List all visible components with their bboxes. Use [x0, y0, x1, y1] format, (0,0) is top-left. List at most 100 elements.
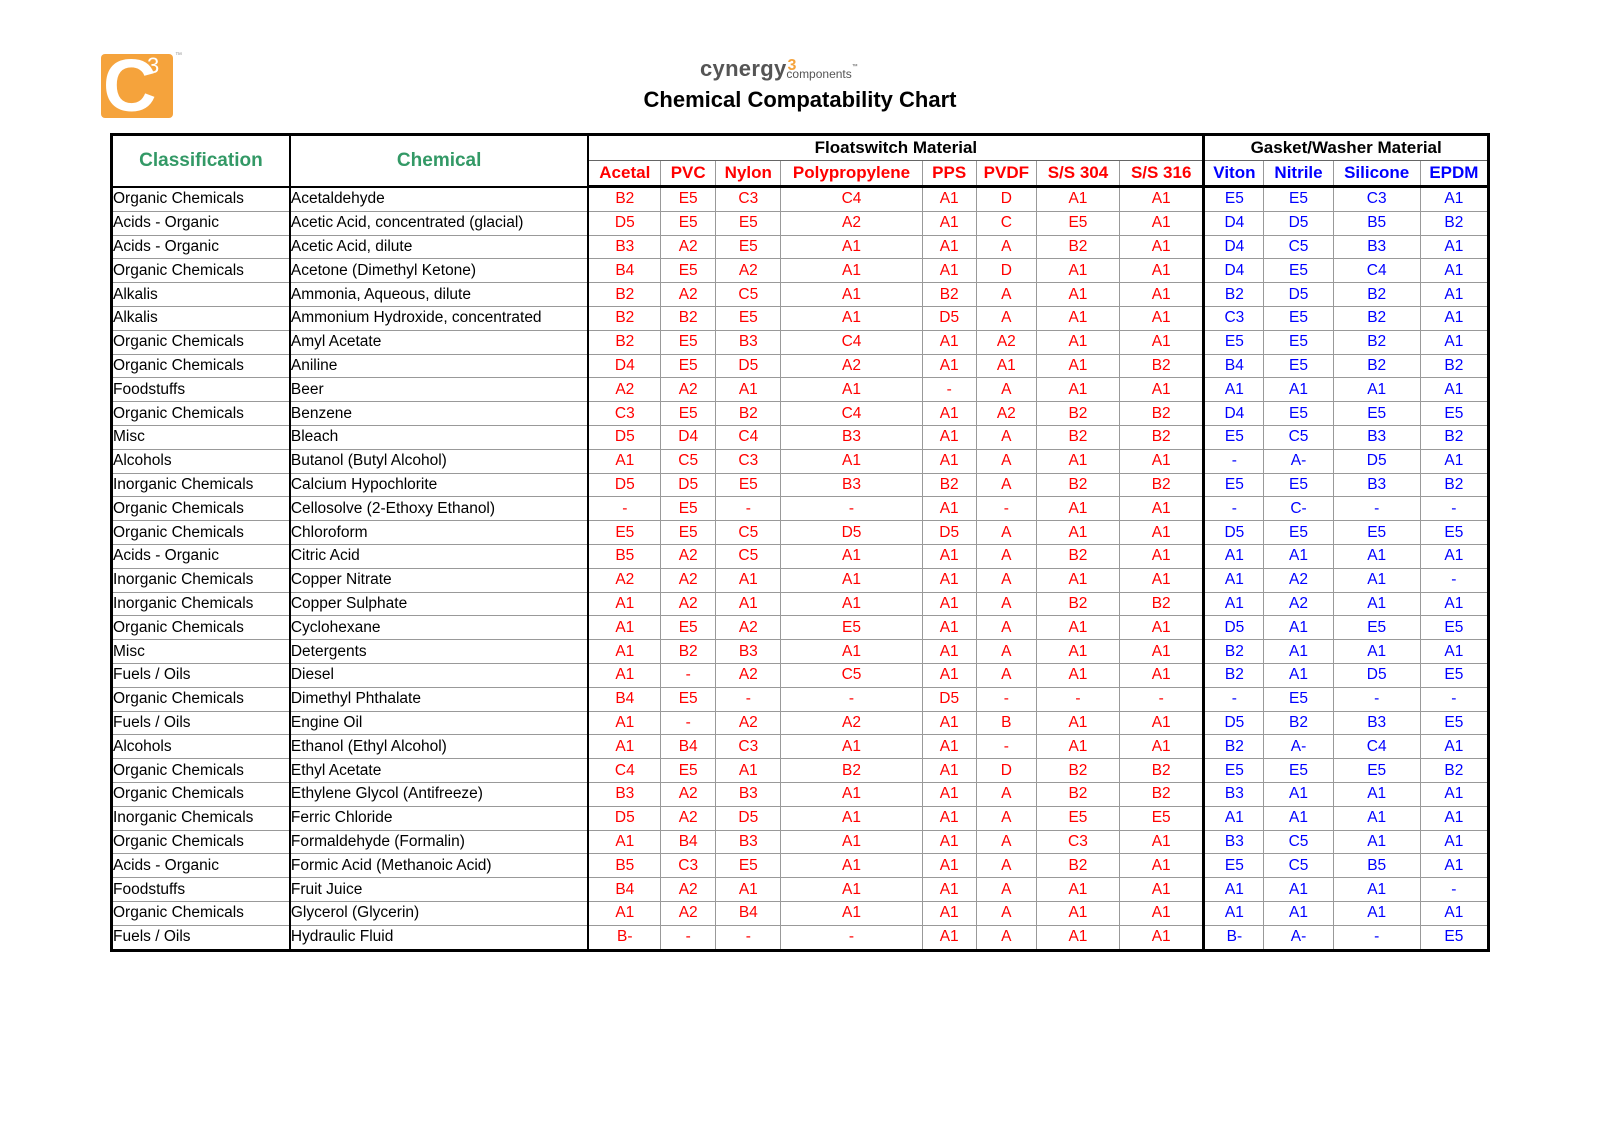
chemical-cell: Hydraulic Fluid	[289, 924, 590, 951]
brand-subtitle: components	[786, 67, 852, 81]
table-row: Inorganic Chemicals Calcium Hypochlorite D…	[110, 472, 1490, 498]
floatswitch-rating-cell: A	[975, 853, 1037, 879]
classification-cell: Organic Chemicals	[110, 496, 291, 522]
floatswitch-rating-cell: E5	[715, 472, 782, 498]
gasket-rating-cell: A1	[1263, 543, 1334, 569]
floatswitch-rating-cell: A1	[921, 662, 977, 688]
gasket-rating-cell: A1	[1419, 282, 1490, 307]
gasket-rating-cell: D4	[1202, 401, 1265, 426]
header-material-pvdf: PVDF	[975, 160, 1037, 188]
gasket-rating-cell: B2	[1332, 329, 1421, 355]
table-row: Alcohols Butanol (Butyl Alcohol) A1 C5 C3 A1 A…	[110, 448, 1490, 474]
company-logo: C 3 ™	[101, 49, 182, 123]
floatswitch-rating-cell: D	[975, 758, 1037, 783]
floatswitch-rating-cell: A1	[1035, 639, 1121, 664]
floatswitch-rating-cell: B4	[660, 734, 717, 760]
floatswitch-rating-cell: C4	[587, 758, 662, 783]
gasket-rating-cell: A1	[1332, 877, 1421, 902]
gasket-rating-cell: E5	[1332, 758, 1421, 783]
chemical-cell: Aniline	[289, 353, 590, 379]
floatswitch-rating-cell: A1	[1119, 282, 1205, 307]
gasket-rating-cell: C4	[1332, 258, 1421, 284]
table-row: Inorganic Chemicals Ferric Chloride D5 A2 D5…	[110, 805, 1490, 831]
floatswitch-rating-cell: E5	[1119, 805, 1205, 831]
gasket-rating-cell: -	[1332, 496, 1421, 522]
gasket-rating-cell: C3	[1202, 305, 1265, 331]
floatswitch-rating-cell: A1	[780, 234, 923, 260]
floatswitch-rating-cell: A1	[921, 877, 977, 902]
classification-cell: Organic Chemicals	[110, 829, 291, 855]
floatswitch-rating-cell: A1	[587, 448, 662, 474]
floatswitch-rating-cell: A2	[660, 877, 717, 902]
gasket-rating-cell: A1	[1202, 377, 1265, 403]
gasket-rating-cell: C5	[1263, 829, 1334, 855]
floatswitch-rating-cell: D5	[715, 353, 782, 379]
floatswitch-rating-cell: B2	[1035, 401, 1121, 426]
chemical-cell: Formaldehyde (Formalin)	[289, 829, 590, 855]
gasket-rating-cell: E5	[1419, 615, 1490, 641]
table-row: Organic Chemicals Amyl Acetate B2 E5 B3 C4 A1 A…	[110, 329, 1490, 355]
floatswitch-rating-cell: A1	[780, 805, 923, 831]
table-row: Organic Chemicals Cellosolve (2-Ethoxy Et…	[110, 496, 1490, 522]
floatswitch-rating-cell: D5	[587, 210, 662, 236]
floatswitch-rating-cell: A2	[587, 377, 662, 403]
floatswitch-rating-cell: A2	[715, 258, 782, 284]
chemical-cell: Cyclohexane	[289, 615, 590, 641]
table-row: Alcohols Ethanol (Ethyl Alcohol) A1 B4 C3 A1 A…	[110, 734, 1490, 760]
floatswitch-rating-cell: B2	[1035, 781, 1121, 807]
table-row: Misc Detergents A1 B2 B3 A1 A1 A A1 A1 B2 A1 A1 A1	[110, 639, 1490, 664]
floatswitch-rating-cell: A1	[587, 662, 662, 688]
gasket-rating-cell: E5	[1419, 662, 1490, 688]
header-material-pps: PPS	[921, 160, 977, 188]
floatswitch-rating-cell: A1	[921, 734, 977, 760]
chemical-cell: Ammonia, Aqueous, dilute	[289, 282, 590, 307]
classification-cell: Misc	[110, 424, 291, 450]
floatswitch-rating-cell: A1	[1119, 210, 1205, 236]
gasket-rating-cell: A1	[1419, 186, 1490, 212]
gasket-rating-cell: A1	[1263, 805, 1334, 831]
floatswitch-rating-cell: A2	[780, 210, 923, 236]
classification-cell: Misc	[110, 639, 291, 664]
floatswitch-rating-cell: B3	[715, 329, 782, 355]
table-row: Foodstuffs Fruit Juice B4 A2 A1 A1 A1 A A1 A1 A1 A1…	[110, 877, 1490, 902]
header-material-pvc: PVC	[660, 160, 717, 188]
classification-cell: Fuels / Oils	[110, 710, 291, 736]
gasket-rating-cell: B2	[1332, 353, 1421, 379]
floatswitch-rating-cell: A1	[921, 900, 977, 926]
table-row: Organic Chemicals Ethylene Glycol (Antifr…	[110, 781, 1490, 807]
gasket-rating-cell: B2	[1419, 210, 1490, 236]
header-material-polypropylene: Polypropylene	[780, 160, 923, 188]
floatswitch-rating-cell: E5	[660, 401, 717, 426]
gasket-rating-cell: B2	[1263, 710, 1334, 736]
floatswitch-rating-cell: B2	[1119, 758, 1205, 783]
floatswitch-rating-cell: A2	[660, 543, 717, 569]
chemical-cell: Fruit Juice	[289, 877, 590, 902]
gasket-rating-cell: C5	[1263, 853, 1334, 879]
floatswitch-rating-cell: B5	[587, 853, 662, 879]
floatswitch-rating-cell: B	[975, 710, 1037, 736]
floatswitch-rating-cell: C5	[780, 662, 923, 688]
floatswitch-rating-cell: A2	[660, 805, 717, 831]
floatswitch-rating-cell: D5	[660, 472, 717, 498]
gasket-rating-cell: A1	[1332, 543, 1421, 569]
floatswitch-rating-cell: A1	[921, 329, 977, 355]
floatswitch-rating-cell: B4	[660, 829, 717, 855]
gasket-rating-cell: E5	[1419, 710, 1490, 736]
gasket-rating-cell: A1	[1332, 567, 1421, 593]
classification-cell: Organic Chemicals	[110, 520, 291, 545]
floatswitch-rating-cell: B2	[1035, 543, 1121, 569]
floatswitch-rating-cell: B2	[587, 329, 662, 355]
classification-cell: Alcohols	[110, 734, 291, 760]
gasket-rating-cell: E5	[1419, 924, 1490, 951]
classification-cell: Organic Chemicals	[110, 258, 291, 284]
floatswitch-rating-cell: A1	[1119, 877, 1205, 902]
chemical-cell: Ferric Chloride	[289, 805, 590, 831]
floatswitch-rating-cell: A	[975, 662, 1037, 688]
floatswitch-rating-cell: A2	[587, 567, 662, 593]
floatswitch-rating-cell: A2	[715, 615, 782, 641]
floatswitch-rating-cell: A1	[780, 448, 923, 474]
table-row: Misc Bleach D5 D4 C4 B3 A1 A B2 B2 E5 C5 B3 B2	[110, 424, 1490, 450]
gasket-rating-cell: A1	[1332, 377, 1421, 403]
floatswitch-rating-cell: B3	[587, 781, 662, 807]
classification-cell: Acids - Organic	[110, 543, 291, 569]
